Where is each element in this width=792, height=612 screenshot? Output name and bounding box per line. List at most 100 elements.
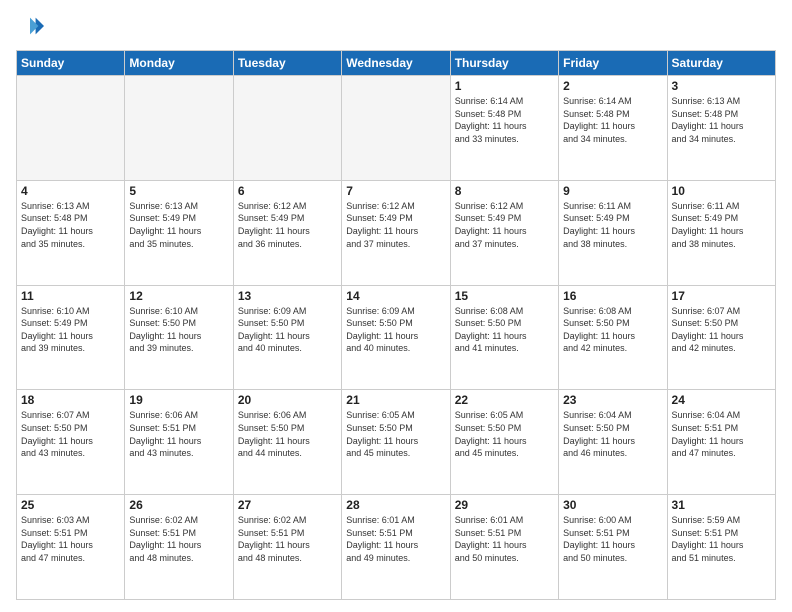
day-info: Sunrise: 6:02 AM Sunset: 5:51 PM Dayligh… — [129, 514, 228, 564]
day-number: 20 — [238, 393, 337, 407]
calendar-cell: 20 Sunrise: 6:06 AM Sunset: 5:50 PM Dayli… — [233, 390, 341, 495]
calendar-cell: 11Sunrise: 6:10 AM Sunset: 5:49 PM Dayli… — [17, 285, 125, 390]
day-info: Sunrise: 6:13 AM Sunset: 5:48 PM Dayligh… — [672, 95, 771, 145]
day-info: Sunrise: 6:05 AM Sunset: 5:50 PM Dayligh… — [455, 409, 554, 459]
day-number: 29 — [455, 498, 554, 512]
day-number: 10 — [672, 184, 771, 198]
day-number: 22 — [455, 393, 554, 407]
calendar-row-0: 1 Sunrise: 6:14 AM Sunset: 5:48 PM Daylig… — [17, 76, 776, 181]
calendar-cell — [342, 76, 450, 181]
day-number: 16 — [563, 289, 662, 303]
page: SundayMondayTuesdayWednesdayThursdayFrid… — [0, 0, 792, 612]
header — [16, 12, 776, 40]
day-number: 12 — [129, 289, 228, 303]
calendar-cell: 19Sunrise: 6:06 AM Sunset: 5:51 PM Dayli… — [125, 390, 233, 495]
day-info: Sunrise: 6:04 AM Sunset: 5:50 PM Dayligh… — [563, 409, 662, 459]
day-number: 31 — [672, 498, 771, 512]
calendar-cell — [233, 76, 341, 181]
day-number: 15 — [455, 289, 554, 303]
day-info: Sunrise: 6:04 AM Sunset: 5:51 PM Dayligh… — [672, 409, 771, 459]
day-number: 1 — [455, 79, 554, 93]
day-info: Sunrise: 6:10 AM Sunset: 5:50 PM Dayligh… — [129, 305, 228, 355]
calendar-header-tuesday: Tuesday — [233, 51, 341, 76]
calendar-row-3: 18 Sunrise: 6:07 AM Sunset: 5:50 PM Dayli… — [17, 390, 776, 495]
calendar-cell: 5 Sunrise: 6:13 AM Sunset: 5:49 PM Daylig… — [125, 180, 233, 285]
calendar-cell: 23 Sunrise: 6:04 AM Sunset: 5:50 PM Dayli… — [559, 390, 667, 495]
calendar-row-2: 11Sunrise: 6:10 AM Sunset: 5:49 PM Dayli… — [17, 285, 776, 390]
day-info: Sunrise: 6:14 AM Sunset: 5:48 PM Dayligh… — [455, 95, 554, 145]
calendar-cell: 8 Sunrise: 6:12 AM Sunset: 5:49 PM Daylig… — [450, 180, 558, 285]
calendar-cell: 6 Sunrise: 6:12 AM Sunset: 5:49 PM Daylig… — [233, 180, 341, 285]
calendar-cell: 13Sunrise: 6:09 AM Sunset: 5:50 PM Dayli… — [233, 285, 341, 390]
calendar-cell: 22 Sunrise: 6:05 AM Sunset: 5:50 PM Dayli… — [450, 390, 558, 495]
day-number: 24 — [672, 393, 771, 407]
day-number: 7 — [346, 184, 445, 198]
day-info: Sunrise: 6:11 AM Sunset: 5:49 PM Dayligh… — [563, 200, 662, 250]
day-number: 18 — [21, 393, 120, 407]
day-info: Sunrise: 6:13 AM Sunset: 5:49 PM Dayligh… — [129, 200, 228, 250]
calendar-cell — [17, 76, 125, 181]
day-info: Sunrise: 6:13 AM Sunset: 5:48 PM Dayligh… — [21, 200, 120, 250]
day-number: 26 — [129, 498, 228, 512]
calendar-header-row: SundayMondayTuesdayWednesdayThursdayFrid… — [17, 51, 776, 76]
day-info: Sunrise: 6:01 AM Sunset: 5:51 PM Dayligh… — [346, 514, 445, 564]
day-number: 25 — [21, 498, 120, 512]
day-info: Sunrise: 6:03 AM Sunset: 5:51 PM Dayligh… — [21, 514, 120, 564]
logo — [16, 12, 48, 40]
day-info: Sunrise: 6:14 AM Sunset: 5:48 PM Dayligh… — [563, 95, 662, 145]
calendar-header-friday: Friday — [559, 51, 667, 76]
day-info: Sunrise: 6:08 AM Sunset: 5:50 PM Dayligh… — [455, 305, 554, 355]
calendar-cell: 16 Sunrise: 6:08 AM Sunset: 5:50 PM Dayli… — [559, 285, 667, 390]
calendar-table: SundayMondayTuesdayWednesdayThursdayFrid… — [16, 50, 776, 600]
calendar-header-sunday: Sunday — [17, 51, 125, 76]
calendar-cell: 10 Sunrise: 6:11 AM Sunset: 5:49 PM Dayli… — [667, 180, 775, 285]
calendar-cell: 2 Sunrise: 6:14 AM Sunset: 5:48 PM Daylig… — [559, 76, 667, 181]
day-info: Sunrise: 6:09 AM Sunset: 5:50 PM Dayligh… — [238, 305, 337, 355]
day-info: Sunrise: 6:05 AM Sunset: 5:50 PM Dayligh… — [346, 409, 445, 459]
day-number: 28 — [346, 498, 445, 512]
calendar-cell: 17Sunrise: 6:07 AM Sunset: 5:50 PM Dayli… — [667, 285, 775, 390]
day-info: Sunrise: 6:07 AM Sunset: 5:50 PM Dayligh… — [21, 409, 120, 459]
logo-icon — [16, 12, 44, 40]
calendar-cell: 4 Sunrise: 6:13 AM Sunset: 5:48 PM Daylig… — [17, 180, 125, 285]
calendar-cell: 3Sunrise: 6:13 AM Sunset: 5:48 PM Daylig… — [667, 76, 775, 181]
day-number: 30 — [563, 498, 662, 512]
day-info: Sunrise: 6:12 AM Sunset: 5:49 PM Dayligh… — [346, 200, 445, 250]
calendar-cell: 15 Sunrise: 6:08 AM Sunset: 5:50 PM Dayli… — [450, 285, 558, 390]
calendar-header-saturday: Saturday — [667, 51, 775, 76]
day-info: Sunrise: 6:01 AM Sunset: 5:51 PM Dayligh… — [455, 514, 554, 564]
day-info: Sunrise: 6:11 AM Sunset: 5:49 PM Dayligh… — [672, 200, 771, 250]
day-number: 23 — [563, 393, 662, 407]
calendar-row-1: 4 Sunrise: 6:13 AM Sunset: 5:48 PM Daylig… — [17, 180, 776, 285]
calendar-cell: 31 Sunrise: 5:59 AM Sunset: 5:51 PM Dayli… — [667, 495, 775, 600]
day-number: 11 — [21, 289, 120, 303]
calendar-cell: 12 Sunrise: 6:10 AM Sunset: 5:50 PM Dayli… — [125, 285, 233, 390]
calendar-cell: 1 Sunrise: 6:14 AM Sunset: 5:48 PM Daylig… — [450, 76, 558, 181]
calendar-header-monday: Monday — [125, 51, 233, 76]
day-number: 21 — [346, 393, 445, 407]
day-number: 9 — [563, 184, 662, 198]
day-info: Sunrise: 6:08 AM Sunset: 5:50 PM Dayligh… — [563, 305, 662, 355]
day-number: 6 — [238, 184, 337, 198]
calendar-cell: 14Sunrise: 6:09 AM Sunset: 5:50 PM Dayli… — [342, 285, 450, 390]
day-number: 19 — [129, 393, 228, 407]
day-number: 2 — [563, 79, 662, 93]
day-info: Sunrise: 5:59 AM Sunset: 5:51 PM Dayligh… — [672, 514, 771, 564]
day-info: Sunrise: 6:07 AM Sunset: 5:50 PM Dayligh… — [672, 305, 771, 355]
day-number: 4 — [21, 184, 120, 198]
day-info: Sunrise: 6:06 AM Sunset: 5:50 PM Dayligh… — [238, 409, 337, 459]
day-number: 8 — [455, 184, 554, 198]
day-number: 27 — [238, 498, 337, 512]
calendar-cell: 25 Sunrise: 6:03 AM Sunset: 5:51 PM Dayli… — [17, 495, 125, 600]
calendar-cell: 28 Sunrise: 6:01 AM Sunset: 5:51 PM Dayli… — [342, 495, 450, 600]
calendar-cell: 21 Sunrise: 6:05 AM Sunset: 5:50 PM Dayli… — [342, 390, 450, 495]
day-number: 5 — [129, 184, 228, 198]
day-info: Sunrise: 6:12 AM Sunset: 5:49 PM Dayligh… — [238, 200, 337, 250]
day-info: Sunrise: 6:12 AM Sunset: 5:49 PM Dayligh… — [455, 200, 554, 250]
calendar-cell: 18 Sunrise: 6:07 AM Sunset: 5:50 PM Dayli… — [17, 390, 125, 495]
day-info: Sunrise: 6:00 AM Sunset: 5:51 PM Dayligh… — [563, 514, 662, 564]
day-info: Sunrise: 6:02 AM Sunset: 5:51 PM Dayligh… — [238, 514, 337, 564]
day-number: 14 — [346, 289, 445, 303]
calendar-cell: 9 Sunrise: 6:11 AM Sunset: 5:49 PM Daylig… — [559, 180, 667, 285]
calendar-cell: 30 Sunrise: 6:00 AM Sunset: 5:51 PM Dayli… — [559, 495, 667, 600]
